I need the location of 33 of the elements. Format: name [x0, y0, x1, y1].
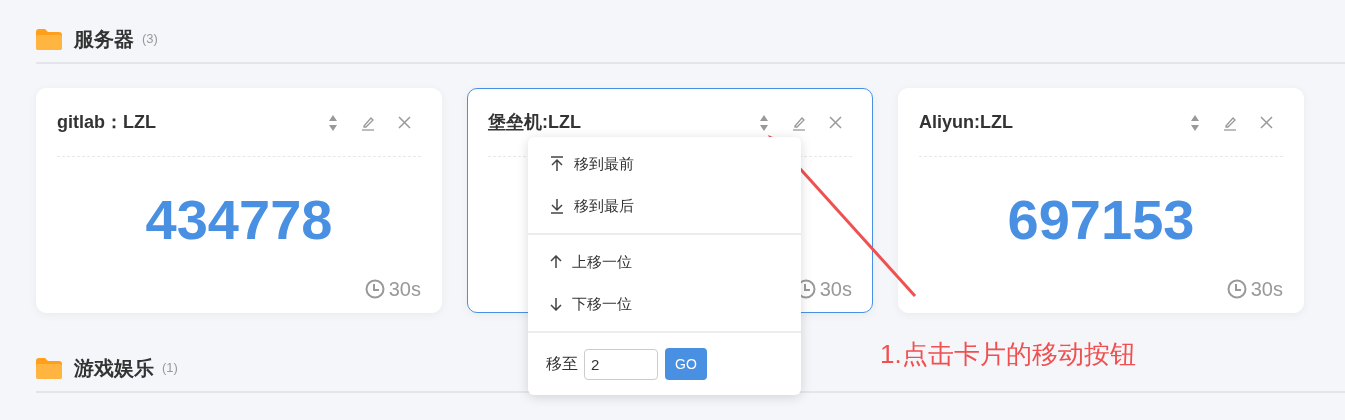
arrow-down-icon: [550, 297, 562, 311]
arrow-up-icon: [550, 255, 562, 269]
counter-value: 434778: [145, 186, 333, 253]
folder-icon: [36, 28, 62, 50]
menu-item[interactable]: 上移一位: [528, 241, 801, 283]
sort-icon[interactable]: [759, 113, 769, 132]
refresh-interval: 30s: [819, 277, 852, 302]
counter-value: 697153: [1007, 186, 1195, 253]
close-icon[interactable]: [829, 116, 842, 129]
close-icon[interactable]: [398, 116, 411, 129]
arrow-to-bottom-icon: [550, 198, 564, 214]
section-title: 服务器: [74, 27, 134, 52]
section-title: 游戏娱乐: [74, 356, 154, 381]
move-to-label: 移至: [546, 354, 578, 374]
arrow-to-top-icon: [550, 156, 564, 172]
sort-icon[interactable]: [328, 113, 338, 132]
clock-icon: [364, 279, 385, 299]
menu-item[interactable]: 下移一位: [528, 283, 801, 325]
clock-icon: [1226, 279, 1247, 299]
card-title: Aliyun:LZL: [919, 111, 1014, 134]
item-count: (1): [162, 359, 178, 378]
close-icon[interactable]: [1260, 116, 1273, 129]
card-title: 堡垒机:LZL: [488, 111, 582, 134]
card-title: gitlab：LZL: [57, 111, 157, 134]
sort-icon[interactable]: [1190, 113, 1200, 132]
folder-icon: [36, 357, 62, 379]
refresh-interval: 30s: [1250, 277, 1283, 302]
menu-item[interactable]: 移到最后: [528, 185, 801, 227]
position-input[interactable]: 2: [584, 348, 658, 380]
menu-item[interactable]: 移到最前: [528, 143, 801, 185]
item-count: (3): [142, 30, 158, 49]
refresh-interval: 30s: [388, 277, 421, 302]
annotation-text: 1.点击卡片的移动按钮: [880, 339, 1136, 369]
